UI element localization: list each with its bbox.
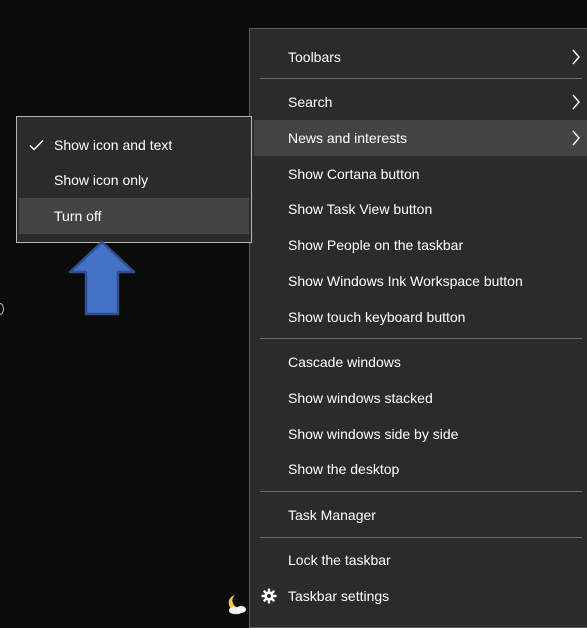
- menu-item-search[interactable]: Search: [250, 84, 587, 120]
- menu-item-show-the-desktop[interactable]: Show the desktop: [250, 451, 587, 487]
- menu-item-show-windows-ink-workspace[interactable]: Show Windows Ink Workspace button: [250, 263, 587, 299]
- menu-item-show-windows-side-by-side[interactable]: Show windows side by side: [250, 416, 587, 452]
- moon-cloud-icon[interactable]: [226, 593, 250, 615]
- news-and-interests-submenu: Show icon and text Show icon only Turn o…: [16, 116, 252, 243]
- menu-item-label: Show windows stacked: [288, 390, 433, 406]
- menu-item-show-cortana-button[interactable]: Show Cortana button: [250, 156, 587, 192]
- submenu-item-show-icon-and-text[interactable]: Show icon and text: [17, 127, 251, 163]
- submenu-item-show-icon-only[interactable]: Show icon only: [17, 162, 251, 198]
- menu-item-news-and-interests[interactable]: News and interests: [254, 120, 587, 156]
- menu-item-label: Show Windows Ink Workspace button: [288, 273, 523, 289]
- menu-item-cascade-windows[interactable]: Cascade windows: [250, 344, 587, 380]
- menu-separator: [260, 491, 582, 492]
- menu-item-label: Show Task View button: [288, 201, 433, 217]
- menu-item-task-manager[interactable]: Task Manager: [250, 497, 587, 533]
- menu-item-show-people[interactable]: Show People on the taskbar: [250, 227, 587, 263]
- menu-item-label: Toolbars: [288, 49, 341, 65]
- menu-item-label: Show Cortana button: [288, 166, 420, 182]
- menu-item-label: Show People on the taskbar: [288, 237, 464, 253]
- chevron-right-icon: [572, 49, 580, 65]
- menu-item-lock-the-taskbar[interactable]: Lock the taskbar: [250, 542, 587, 578]
- menu-item-label: Taskbar settings: [288, 588, 390, 604]
- arrow-up-icon: [68, 240, 136, 316]
- menu-separator: [260, 338, 582, 339]
- menu-item-label: Lock the taskbar: [288, 552, 391, 568]
- chevron-right-icon: [572, 130, 580, 146]
- menu-item-toolbars[interactable]: Toolbars: [250, 39, 587, 75]
- menu-item-taskbar-settings[interactable]: Taskbar settings: [250, 578, 587, 614]
- submenu-item-label: Show icon and text: [54, 137, 173, 153]
- menu-separator: [260, 537, 582, 538]
- menu-item-label: Cascade windows: [288, 354, 401, 370]
- menu-separator: [260, 78, 582, 79]
- menu-item-show-touch-keyboard[interactable]: Show touch keyboard button: [250, 299, 587, 335]
- submenu-item-label: Show icon only: [54, 172, 149, 188]
- menu-item-show-windows-stacked[interactable]: Show windows stacked: [250, 380, 587, 416]
- menu-item-label: Show touch keyboard button: [288, 309, 466, 325]
- menu-item-label: Task Manager: [288, 507, 376, 523]
- checkmark-icon: [29, 140, 44, 151]
- gear-icon: [261, 588, 277, 604]
- menu-item-label: Show the desktop: [288, 461, 400, 477]
- submenu-item-turn-off[interactable]: Turn off: [19, 198, 249, 234]
- menu-item-show-task-view-button[interactable]: Show Task View button: [250, 191, 587, 227]
- partial-icon: [0, 303, 4, 315]
- chevron-right-icon: [572, 94, 580, 110]
- menu-item-label: News and interests: [288, 130, 408, 146]
- menu-item-label: Search: [288, 94, 333, 110]
- taskbar-context-menu: Toolbars Search News and interests Show …: [249, 28, 587, 628]
- submenu-item-label: Turn off: [54, 208, 102, 224]
- menu-item-label: Show windows side by side: [288, 426, 459, 442]
